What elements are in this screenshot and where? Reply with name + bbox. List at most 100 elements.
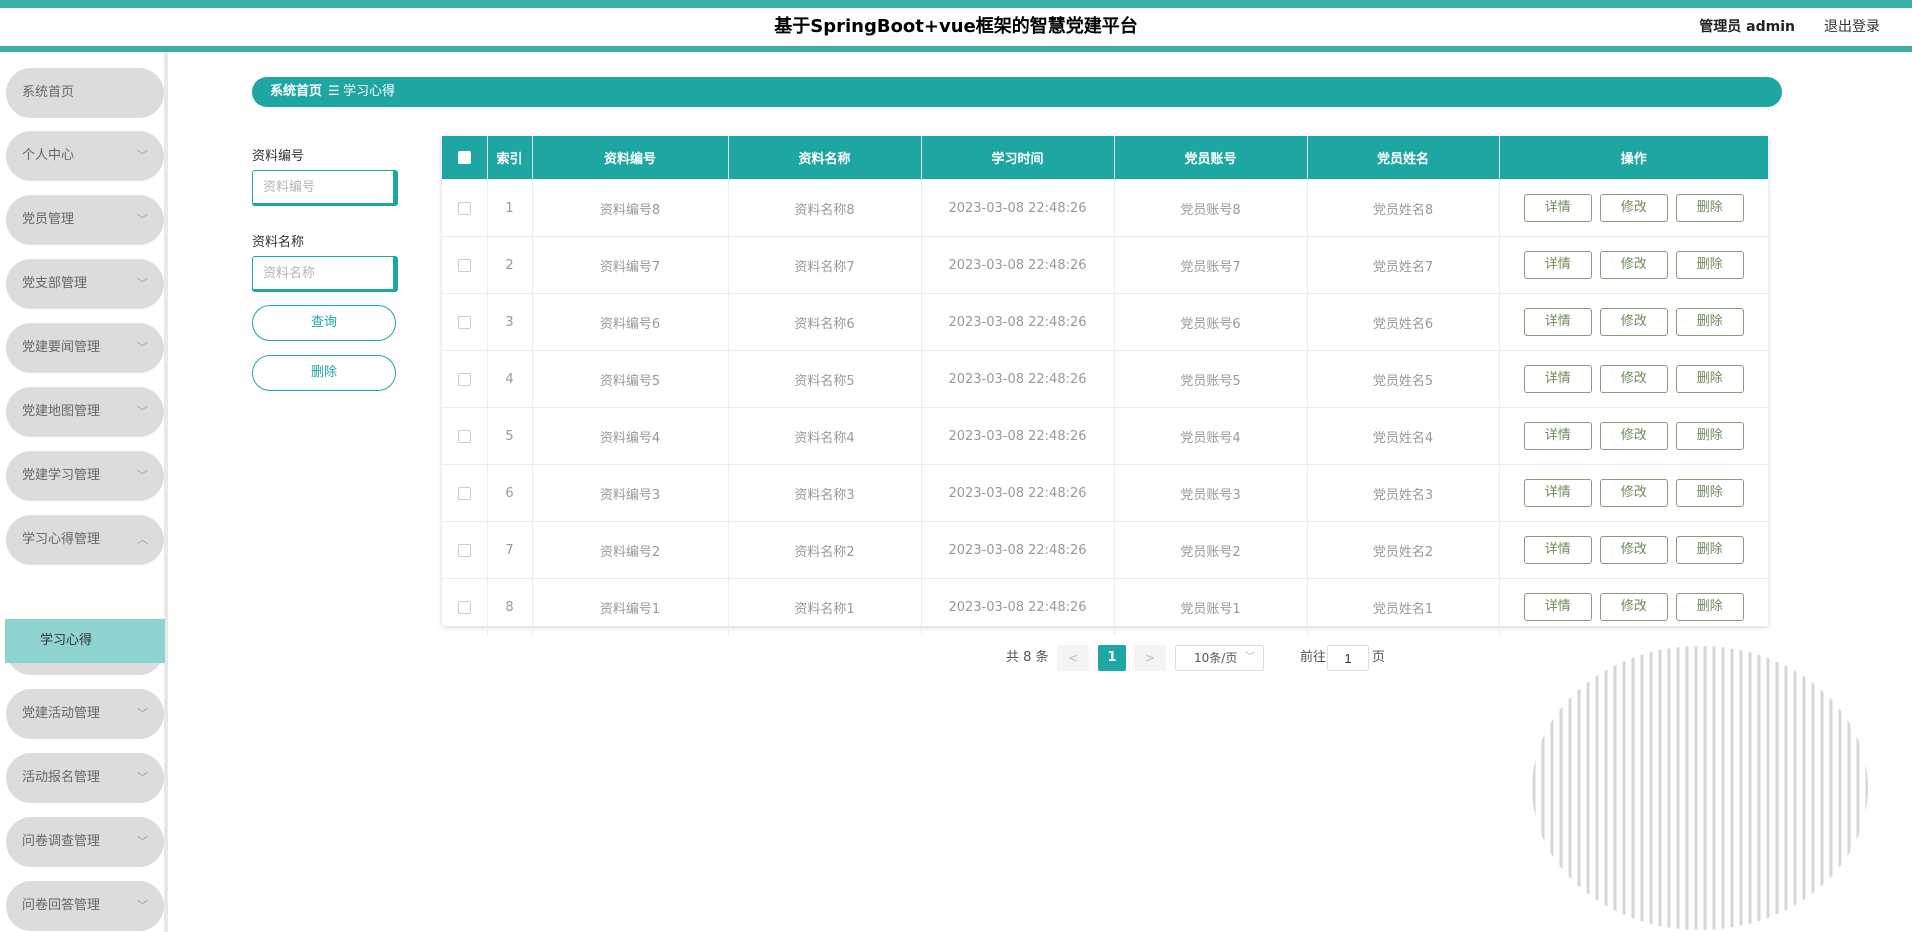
table-header-row: 索引 资料编号 资料名称 学习时间 党员账号 党员姓名 操作 — [442, 136, 1768, 180]
row-checkbox[interactable] — [457, 372, 471, 386]
actions-cell: 详情 修改 删除 — [1499, 350, 1768, 408]
table-row[interactable]: 7 资料编号2 资料名称2 2023-03-08 22:48:26 党员账号2 党员姓名2… — [442, 521, 1768, 579]
table-cell: 党员姓名4 — [1307, 407, 1500, 465]
edit-button[interactable]: 修改 — [1599, 365, 1668, 393]
pagination-next-button[interactable]: > — [1134, 645, 1166, 671]
goto-page-input[interactable] — [1327, 645, 1369, 671]
table-row[interactable]: 6 资料编号3 资料名称3 2023-03-08 22:48:26 党员账号3 党员姓名3… — [442, 464, 1768, 522]
table-cell: 资料编号5 — [532, 350, 729, 408]
sidebar-item[interactable]: 问卷调查管理 ﹀ — [6, 817, 164, 867]
sidebar-item-label: 党建活动管理 — [22, 706, 101, 721]
sidebar-item[interactable]: 学习心得管理 ︿ — [6, 515, 164, 565]
sidebar-item[interactable]: 党建要闻管理 ﹀ — [6, 323, 164, 373]
table-cell: 党员账号8 — [1114, 179, 1308, 237]
delete-button[interactable]: 删除 — [1675, 422, 1744, 450]
sidebar-item[interactable]: 党建地图管理 ﹀ — [6, 387, 164, 437]
edit-button[interactable]: 修改 — [1599, 479, 1668, 507]
material-name-input[interactable] — [252, 256, 398, 292]
sidebar-item-label: 个人中心 — [22, 148, 75, 163]
page-suffix: 页 — [1372, 650, 1386, 665]
breadcrumb: 系统首页 ☰ 学习心得 — [252, 77, 1782, 107]
table-cell: 资料名称6 — [728, 293, 922, 351]
sidebar-item-label: 党建地图管理 — [22, 404, 101, 419]
delete-button[interactable]: 删除 — [1675, 251, 1744, 279]
material-id-label: 资料编号 — [252, 149, 305, 164]
edit-button[interactable]: 修改 — [1599, 536, 1668, 564]
batch-delete-button[interactable]: 删除 — [252, 355, 396, 391]
pagination-prev-button[interactable]: < — [1057, 645, 1089, 671]
table-row[interactable]: 3 资料编号6 资料名称6 2023-03-08 22:48:26 党员账号6 党员姓名6… — [442, 293, 1768, 351]
sidebar-item[interactable]: 党员管理 ﹀ — [6, 195, 164, 245]
detail-button[interactable]: 详情 — [1523, 479, 1592, 507]
table-cell: 党员账号2 — [1114, 521, 1308, 579]
row-checkbox[interactable] — [457, 315, 471, 329]
detail-button[interactable]: 详情 — [1523, 251, 1592, 279]
table-row[interactable]: 2 资料编号7 资料名称7 2023-03-08 22:48:26 党员账号7 党员姓名7… — [442, 236, 1768, 294]
edit-button[interactable]: 修改 — [1599, 194, 1668, 222]
delete-button[interactable]: 删除 — [1675, 308, 1744, 336]
sidebar-item[interactable]: 系统首页 — [6, 68, 164, 118]
sidebar-subitem-study-notes[interactable]: 学习心得 — [5, 619, 165, 663]
table-cell: 4 — [487, 350, 533, 408]
detail-button[interactable]: 详情 — [1523, 536, 1592, 564]
detail-button[interactable]: 详情 — [1523, 308, 1592, 336]
edit-button[interactable]: 修改 — [1599, 422, 1668, 450]
row-checkbox[interactable] — [457, 486, 471, 500]
table-cell: 2023-03-08 22:48:26 — [921, 293, 1115, 351]
delete-button[interactable]: 删除 — [1675, 194, 1744, 222]
table-cell: 资料名称7 — [728, 236, 922, 294]
material-id-input[interactable] — [252, 170, 398, 206]
app-title: 基于SpringBoot+vue框架的智慧党建平台 — [774, 16, 1138, 37]
edit-button[interactable]: 修改 — [1599, 593, 1668, 621]
table-cell: 党员姓名6 — [1307, 293, 1500, 351]
sidebar-item[interactable]: 党建学习管理 ﹀ — [6, 451, 164, 501]
breadcrumb-home[interactable]: 系统首页 — [270, 77, 322, 107]
detail-button[interactable]: 详情 — [1523, 593, 1592, 621]
table-row[interactable]: 8 资料编号1 资料名称1 2023-03-08 22:48:26 党员账号1 党员姓名1… — [442, 578, 1768, 635]
sidebar-item[interactable]: 党支部管理 ﹀ — [6, 259, 164, 309]
table-row[interactable]: 1 资料编号8 资料名称8 2023-03-08 22:48:26 党员账号8 党员姓名8… — [442, 179, 1768, 237]
goto-label: 前往 — [1300, 650, 1327, 665]
actions-cell: 详情 修改 删除 — [1499, 521, 1768, 579]
table-cell: 资料名称8 — [728, 179, 922, 237]
header-top-stripe — [0, 0, 1912, 8]
row-checkbox[interactable] — [457, 201, 471, 215]
sidebar-item[interactable]: 活动报名管理 ﹀ — [6, 753, 164, 803]
actions-cell: 详情 修改 删除 — [1499, 179, 1768, 237]
column-header: 学习时间 — [921, 136, 1115, 180]
delete-button[interactable]: 删除 — [1675, 536, 1744, 564]
delete-button[interactable]: 删除 — [1675, 479, 1744, 507]
select-all-checkbox[interactable] — [457, 151, 471, 164]
sidebar-item-label: 系统首页 — [22, 85, 75, 100]
pagination-page-1[interactable]: 1 — [1098, 645, 1126, 671]
query-button[interactable]: 查询 — [252, 305, 396, 341]
sidebar-item[interactable]: 问卷回答管理 ﹀ — [6, 881, 164, 931]
row-checkbox[interactable] — [457, 429, 471, 443]
delete-button[interactable]: 删除 — [1675, 365, 1744, 393]
table-cell: 资料名称4 — [728, 407, 922, 465]
table-row[interactable]: 4 资料编号5 资料名称5 2023-03-08 22:48:26 党员账号5 党员姓名5… — [442, 350, 1768, 408]
row-select-cell — [442, 521, 488, 579]
edit-button[interactable]: 修改 — [1599, 251, 1668, 279]
detail-button[interactable]: 详情 — [1523, 194, 1592, 222]
logout-link[interactable]: 退出登录 — [1824, 8, 1880, 46]
table-cell: 党员账号1 — [1114, 578, 1308, 635]
edit-button[interactable]: 修改 — [1599, 308, 1668, 336]
detail-button[interactable]: 详情 — [1523, 422, 1592, 450]
breadcrumb-separator-icon: ☰ — [328, 84, 340, 99]
sidebar-item[interactable]: 党建活动管理 ﹀ — [6, 689, 164, 739]
chevron-down-icon: ﹀ — [137, 899, 148, 912]
actions-cell: 详情 修改 删除 — [1499, 293, 1768, 351]
row-checkbox[interactable] — [457, 543, 471, 557]
detail-button[interactable]: 详情 — [1523, 365, 1592, 393]
table-cell: 2023-03-08 22:48:26 — [921, 521, 1115, 579]
page-size-select[interactable]: 10条/页 ﹀ — [1175, 645, 1264, 671]
header-bottom-stripe — [0, 46, 1912, 52]
table-cell: 资料编号3 — [532, 464, 729, 522]
table-row[interactable]: 5 资料编号4 资料名称4 2023-03-08 22:48:26 党员账号4 党员姓名4… — [442, 407, 1768, 465]
row-checkbox[interactable] — [457, 258, 471, 272]
delete-button[interactable]: 删除 — [1675, 593, 1744, 621]
sidebar-item-label: 党建学习管理 — [22, 468, 101, 483]
row-checkbox[interactable] — [457, 600, 471, 614]
sidebar-item[interactable]: 个人中心 ﹀ — [6, 131, 164, 181]
